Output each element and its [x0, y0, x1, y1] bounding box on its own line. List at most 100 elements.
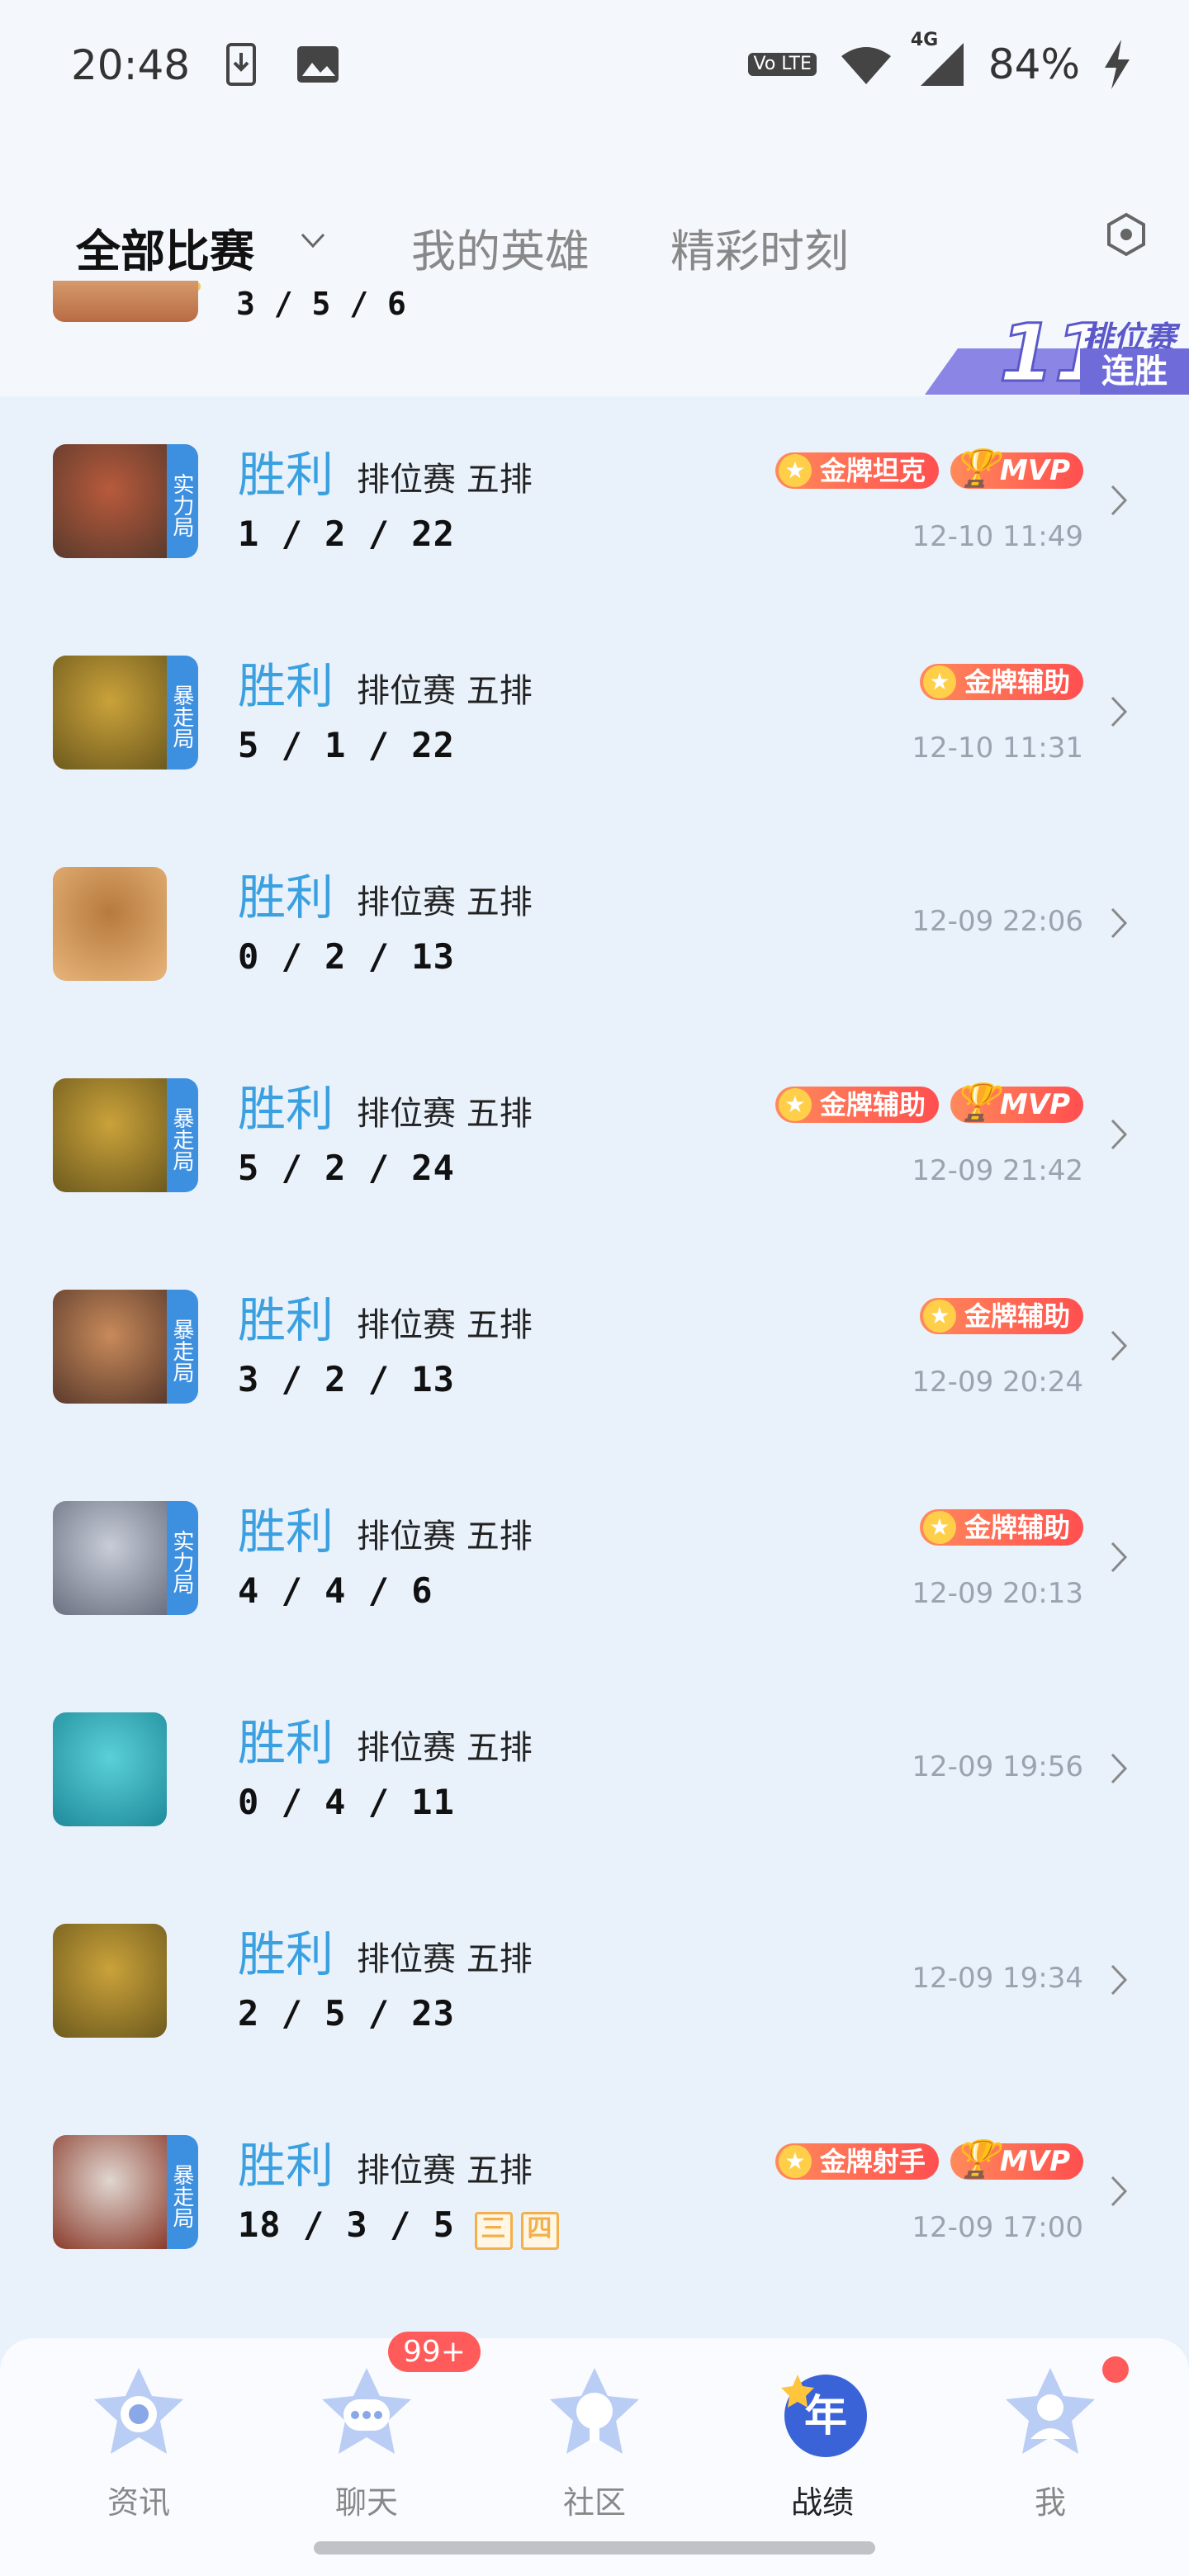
match-result: 胜利	[238, 2138, 334, 2194]
chevron-right-icon	[1111, 1119, 1128, 1150]
chevron-right-icon	[1111, 1753, 1128, 1784]
kda-text: 0 / 4 / 11	[238, 1782, 455, 1822]
match-result: 胜利	[238, 1715, 334, 1771]
match-mode: 排位赛 五排	[357, 461, 533, 499]
gold-medal-badge: ★ 金牌辅助	[775, 1087, 939, 1123]
chevron-down-icon[interactable]	[301, 228, 325, 253]
profile-star-icon	[1006, 2368, 1095, 2454]
battery-text: 84%	[988, 40, 1080, 88]
match-mode: 排位赛 五排	[357, 1306, 533, 1344]
match-row[interactable]: 胜利 排位赛 五排 0 / 4 / 11 12-09 19:56	[0, 1664, 1189, 1876]
hero-avatar	[53, 867, 167, 981]
game-tag: 暴走局	[167, 2135, 198, 2249]
home-indicator[interactable]	[314, 2541, 875, 2555]
hero-avatar: 实力局	[53, 1501, 198, 1615]
kda-text: 0 / 2 / 13	[238, 936, 455, 977]
match-time: 12-09 17:00	[912, 2211, 1083, 2244]
honor-badges: ★ 金牌辅助 🏆 MVP	[775, 1082, 1083, 1124]
match-list: 实力局 胜利 排位赛 五排 1 / 2 / 22 ★ 金牌坦克 🏆 MVP 12-10 11:4…	[0, 396, 1189, 2299]
match-time: 12-09 20:13	[912, 1577, 1083, 1610]
star-icon: ★	[778, 1088, 812, 1121]
settings-icon[interactable]	[1103, 211, 1149, 258]
chevron-right-icon	[1111, 2176, 1128, 2207]
match-time: 12-10 11:31	[912, 732, 1083, 765]
match-row[interactable]: 胜利 排位赛 五排 2 / 5 / 23 12-09 19:34	[0, 1876, 1189, 2087]
match-mode: 排位赛 五排	[357, 2152, 533, 2190]
honor-badges: ★ 金牌坦克 🏆 MVP	[775, 447, 1083, 490]
record-year-icon: 年	[781, 2375, 867, 2457]
game-tag: 暴走局	[167, 656, 198, 769]
match-row[interactable]: 暴走局 胜利 排位赛 五排 18 / 3 / 5 三四 ★ 金牌射手 🏆 MVP 12-09 17…	[0, 2087, 1189, 2299]
streak-label: 连胜	[1080, 348, 1189, 395]
star-icon: ★	[922, 1511, 956, 1544]
nav-me[interactable]: 我	[976, 2363, 1125, 2522]
chevron-right-icon	[1111, 907, 1128, 939]
wifi-icon	[841, 47, 891, 84]
kda-text: 4 / 4 / 6	[238, 1570, 433, 1611]
match-time: 12-09 20:24	[912, 1366, 1083, 1399]
hero-avatar: 暴走局	[53, 1290, 198, 1404]
mvp-badge: 🏆 MVP	[950, 1082, 1083, 1124]
tab-my-heroes[interactable]: 我的英雄	[411, 215, 590, 280]
svg-text:年: 年	[804, 2392, 847, 2441]
match-result: 胜利	[238, 658, 334, 714]
hero-avatar: 暴走局	[53, 2135, 198, 2249]
match-mode: 排位赛 五排	[357, 672, 533, 710]
game-tag: 暴走局	[167, 1290, 198, 1404]
multikill-badge: 四	[520, 2212, 559, 2250]
kda-text: 3 / 5 / 6	[236, 286, 406, 322]
chevron-right-icon	[1111, 485, 1128, 516]
kda-text: 3 / 2 / 13	[238, 1359, 455, 1399]
nav-chat[interactable]: 聊天	[292, 2363, 441, 2522]
tab-highlights[interactable]: 精彩时刻	[670, 215, 849, 280]
match-row[interactable]: 暴走局 胜利 排位赛 五排 3 / 2 / 13 ★ 金牌辅助 12-09 20:24	[0, 1242, 1189, 1453]
match-result: 胜利	[238, 1503, 334, 1560]
match-row[interactable]: 暴走局 胜利 排位赛 五排 5 / 2 / 24 ★ 金牌辅助 🏆 MVP 12-09 21:4…	[0, 1030, 1189, 1242]
match-result: 胜利	[238, 1926, 334, 1982]
tab-all-matches[interactable]: 全部比赛	[76, 215, 254, 280]
hero-avatar	[53, 281, 198, 322]
status-time: 20:48	[71, 41, 191, 89]
match-result: 胜利	[238, 1081, 334, 1137]
game-tag: 暴走局	[167, 1078, 198, 1192]
chevron-right-icon	[1111, 696, 1128, 727]
bottom-navigation: 资讯 聊天 99+ 社区 年 战绩 我	[0, 2332, 1189, 2576]
download-icon	[226, 43, 256, 86]
star-icon: ★	[778, 2145, 812, 2178]
game-tag: 实力局	[167, 444, 198, 558]
match-time: 12-09 19:56	[912, 1750, 1083, 1783]
nav-news[interactable]: 资讯	[64, 2363, 213, 2522]
match-row[interactable]: 胜利 排位赛 五排 0 / 2 / 13 12-09 22:06	[0, 819, 1189, 1030]
multikill-badge: 三	[474, 2212, 513, 2250]
honor-badges: ★ 金牌辅助	[919, 664, 1083, 700]
match-result: 胜利	[238, 869, 334, 926]
match-row[interactable]: 实力局 胜利 排位赛 五排 4 / 4 / 6 ★ 金牌辅助 12-09 20:13	[0, 1453, 1189, 1664]
honor-badges: ★ 金牌射手 🏆 MVP	[775, 2138, 1083, 2181]
match-mode: 排位赛 五排	[357, 1940, 533, 1978]
hero-avatar	[53, 1924, 167, 2038]
match-time: 12-10 11:49	[912, 520, 1083, 553]
gold-medal-badge: ★ 金牌辅助	[919, 1298, 1083, 1334]
match-row[interactable]: 暴走局 胜利 排位赛 五排 5 / 1 / 22 ★ 金牌辅助 12-10 11:31	[0, 608, 1189, 819]
star-icon: ★	[922, 1300, 956, 1333]
win-streak-banner: 11 排位赛 连胜	[925, 306, 1189, 401]
hero-avatar: 暴走局	[53, 656, 198, 769]
star-icon: ★	[778, 454, 812, 487]
kda-text: 5 / 1 / 22	[238, 725, 455, 765]
volte-icon: Vo LTE	[748, 53, 817, 76]
match-row[interactable]: 实力局 胜利 排位赛 五排 1 / 2 / 22 ★ 金牌坦克 🏆 MVP 12-10 11:4…	[0, 396, 1189, 608]
kda-text: 5 / 2 / 24	[238, 1148, 455, 1188]
chevron-right-icon	[1111, 1330, 1128, 1361]
match-time: 12-09 21:42	[912, 1154, 1083, 1187]
notification-dot	[1102, 2356, 1129, 2383]
trophy-icon: 🏆	[953, 447, 999, 490]
trophy-icon: 🏆	[953, 1082, 999, 1124]
signal-icon: 4G	[911, 30, 965, 88]
match-mode: 排位赛 五排	[357, 883, 533, 921]
gold-medal-badge: ★ 金牌射手	[775, 2143, 939, 2180]
kda-text: 1 / 2 / 22	[238, 514, 455, 554]
nav-community[interactable]: 社区	[520, 2363, 669, 2522]
chevron-right-icon	[1111, 1964, 1128, 1996]
nav-record[interactable]: 年 战绩	[748, 2363, 897, 2522]
match-time: 12-09 19:34	[912, 1962, 1083, 1995]
